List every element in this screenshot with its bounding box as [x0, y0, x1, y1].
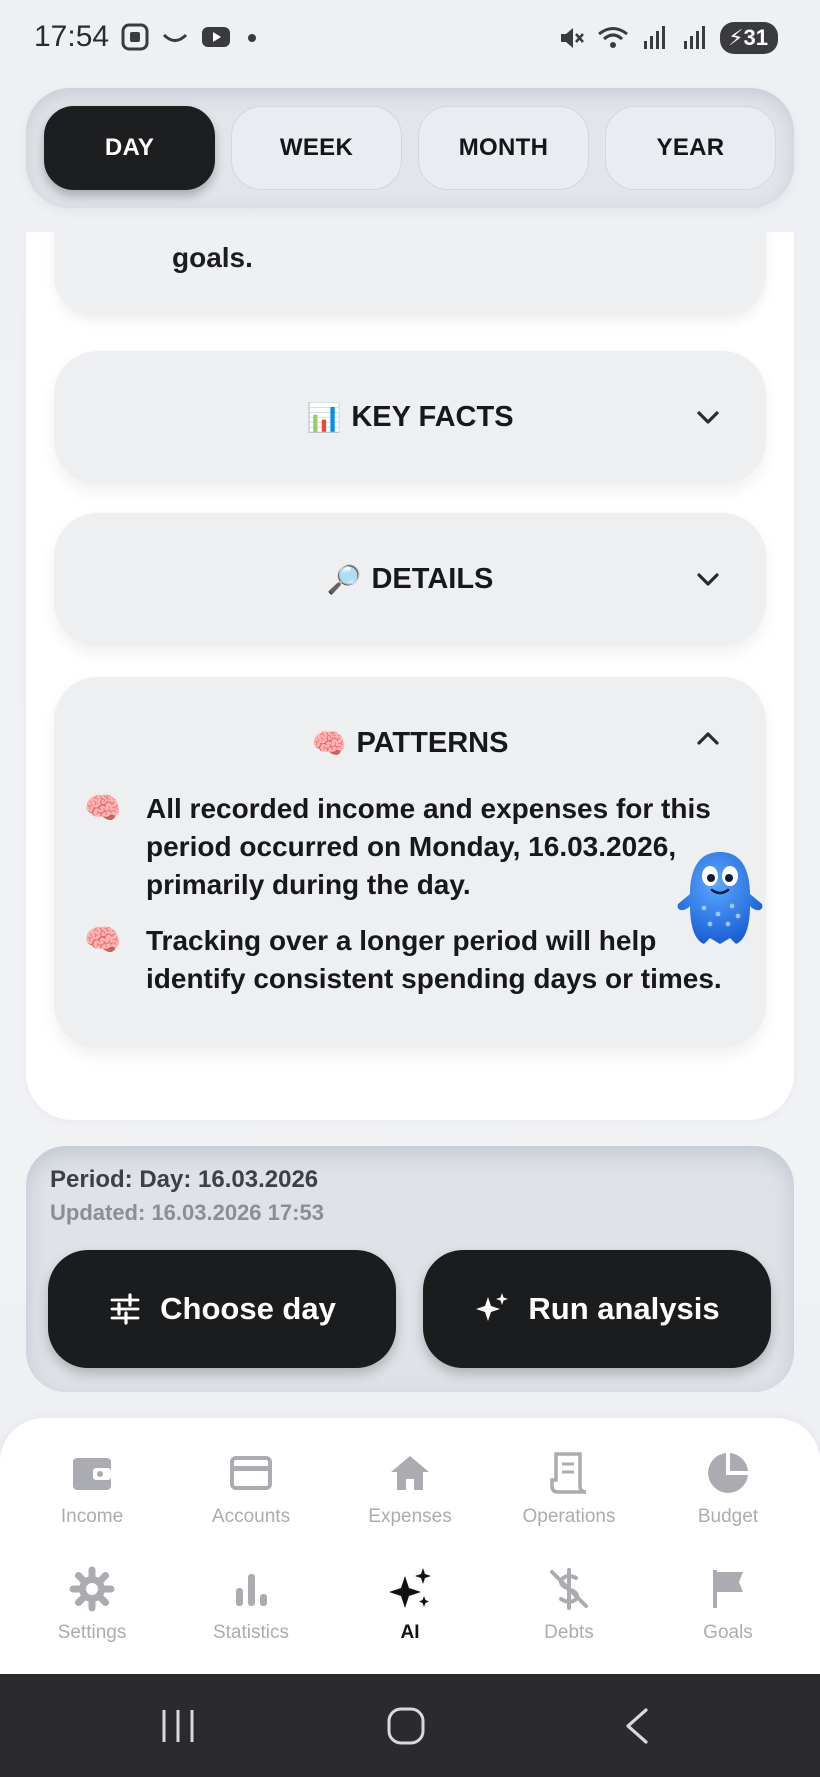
sparkles-icon — [389, 1568, 431, 1608]
ai-report-card: goals. 📊 KEY FACTS 🔎 DETAILS 🧠 PATTERNS … — [26, 232, 794, 1120]
nav-item-debts[interactable]: Debts — [494, 1566, 644, 1644]
updated-label: Updated: 16.03.2026 17:53 — [50, 1200, 324, 1225]
tab-year[interactable]: YEAR — [605, 106, 776, 190]
analysis-footer: Period: Day: 16.03.2026 Updated: 16.03.2… — [26, 1146, 794, 1392]
mascot-icon[interactable] — [674, 848, 766, 948]
tab-month[interactable]: MONTH — [418, 106, 589, 190]
wifi-icon — [598, 27, 628, 48]
nav-label: Debts — [544, 1622, 594, 1643]
details-title: 🔎 DETAILS — [327, 563, 494, 596]
recents-icon[interactable] — [160, 1706, 196, 1746]
nav-label: Budget — [697, 1506, 759, 1527]
nav-label: Statistics — [212, 1622, 290, 1643]
key-facts-header[interactable]: 📊 KEY FACTS — [54, 350, 766, 484]
screenshot-icon — [121, 23, 149, 51]
status-right-icons: ⚡31 — [556, 22, 778, 54]
dollar-off-icon — [550, 1568, 588, 1610]
nav-label: Expenses — [368, 1506, 452, 1527]
section-key-facts[interactable]: 📊 KEY FACTS — [54, 350, 766, 484]
home-button-icon[interactable] — [386, 1706, 426, 1746]
key-facts-label: KEY FACTS — [351, 400, 514, 433]
nav-label: Operations — [522, 1506, 616, 1527]
bar-chart-icon — [236, 1574, 267, 1606]
magnifier-emoji-icon: 🔎 — [326, 563, 362, 595]
run-analysis-button[interactable]: Run analysis — [423, 1250, 771, 1368]
gear-icon — [69, 1566, 115, 1612]
brain-bullet-icon: 🧠 — [84, 924, 122, 957]
nav-item-budget[interactable]: Budget — [653, 1450, 803, 1528]
signal-icon — [644, 26, 666, 49]
chevron-down-icon[interactable] — [694, 565, 722, 593]
home-icon — [391, 1456, 429, 1490]
sparkles-icon — [476, 1293, 509, 1321]
nav-item-goals[interactable]: Goals — [653, 1566, 803, 1644]
pie-chart-icon — [708, 1453, 748, 1493]
dot-icon — [248, 34, 256, 42]
nav-item-ai[interactable]: AI — [335, 1566, 485, 1644]
smile-icon — [162, 33, 188, 42]
patterns-label: PATTERNS — [356, 726, 509, 759]
screen: 17:54 ⚡31 DAY WEEK MONTH YEAR goals. 📊 K… — [0, 0, 820, 1777]
chevron-up-icon[interactable] — [694, 725, 722, 753]
summary-text: goals. — [172, 242, 253, 273]
battery-level: 31 — [743, 25, 768, 50]
nav-label: Accounts — [211, 1506, 291, 1527]
nav-item-statistics[interactable]: Statistics — [176, 1566, 326, 1644]
details-header[interactable]: 🔎 DETAILS — [54, 512, 766, 646]
section-patterns: 🧠 PATTERNS 🧠 All recorded income and exp… — [54, 676, 766, 1048]
list-item: 🧠 Tracking over a longer period will hel… — [84, 922, 726, 998]
run-analysis-label: Run analysis — [528, 1291, 720, 1326]
battery-indicator: ⚡31 — [720, 22, 778, 54]
patterns-title: 🧠 PATTERNS — [312, 727, 509, 760]
nav-label: Income — [60, 1506, 124, 1527]
nav-item-accounts[interactable]: Accounts — [176, 1450, 326, 1528]
patterns-list: 🧠 All recorded income and expenses for t… — [54, 790, 766, 998]
chevron-down-icon[interactable] — [694, 403, 722, 431]
nav-label: AI — [400, 1622, 420, 1643]
nav-label: Goals — [703, 1622, 753, 1643]
details-label: DETAILS — [371, 562, 494, 595]
patterns-header[interactable]: 🧠 PATTERNS — [54, 676, 766, 810]
choose-day-button[interactable]: Choose day — [48, 1250, 396, 1368]
section-details[interactable]: 🔎 DETAILS — [54, 512, 766, 646]
status-time: 17:54 — [34, 20, 110, 53]
brain-emoji-icon: 🧠 — [311, 727, 347, 759]
choose-day-label: Choose day — [160, 1291, 336, 1326]
nav-item-expenses[interactable]: Expenses — [335, 1450, 485, 1528]
chart-emoji-icon: 📊 — [306, 401, 342, 433]
bottom-nav: Income Accounts Expenses Operations Budg… — [0, 1418, 820, 1674]
tab-week[interactable]: WEEK — [231, 106, 402, 190]
status-left-icons — [120, 22, 262, 52]
nav-item-operations[interactable]: Operations — [494, 1450, 644, 1528]
back-icon[interactable] — [622, 1706, 652, 1746]
period-tabs: DAY WEEK MONTH YEAR — [26, 88, 794, 208]
receipt-icon — [550, 1452, 587, 1494]
period-label: Period: Day: 16.03.2026 — [50, 1166, 319, 1193]
nav-item-settings[interactable]: Settings — [17, 1566, 167, 1644]
mute-icon — [561, 28, 585, 48]
pattern-text: Tracking over a longer period will help … — [146, 925, 722, 994]
status-bar: 17:54 ⚡31 — [0, 0, 820, 78]
sliders-icon — [110, 1293, 140, 1325]
signal-icon-2 — [684, 26, 706, 49]
system-navigation-bar — [0, 1674, 820, 1777]
flag-icon — [713, 1570, 743, 1608]
credit-card-icon — [230, 1456, 272, 1490]
nav-label: Settings — [57, 1622, 127, 1643]
key-facts-title: 📊 KEY FACTS — [306, 401, 513, 434]
wallet-icon — [73, 1458, 111, 1490]
summary-section: goals. — [54, 232, 766, 316]
youtube-icon — [202, 27, 230, 47]
tab-day[interactable]: DAY — [44, 106, 215, 190]
nav-item-income[interactable]: Income — [17, 1450, 167, 1528]
